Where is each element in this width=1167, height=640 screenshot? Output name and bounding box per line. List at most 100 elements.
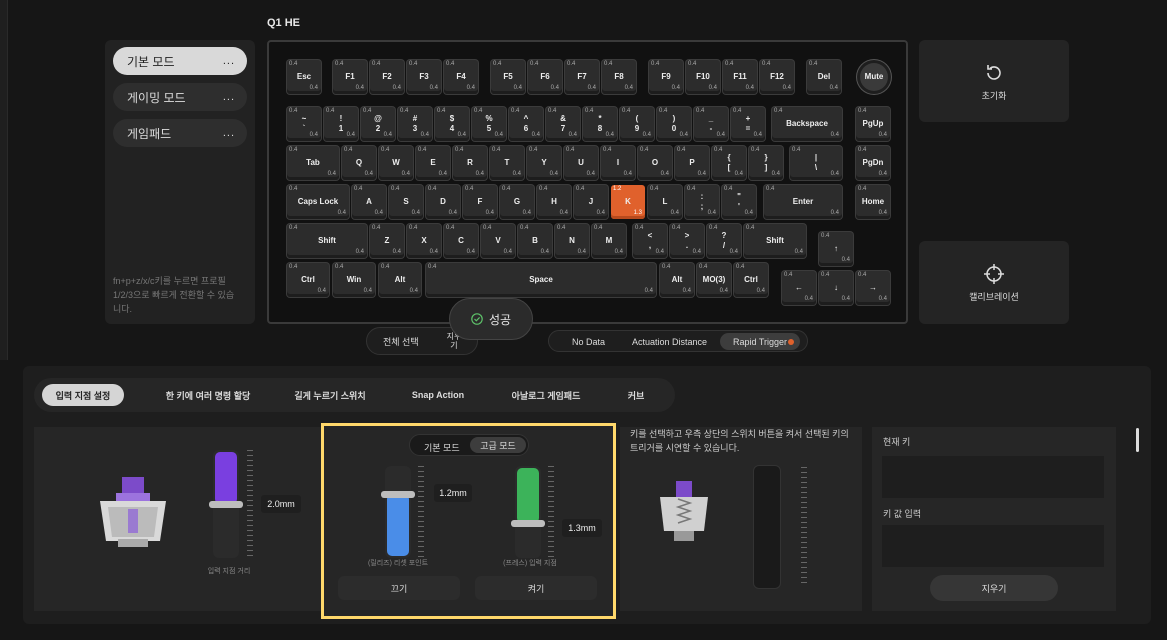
- profile-item-default[interactable]: 기본 모드...: [113, 47, 247, 75]
- key-shift[interactable]: 0.4 Shift 0.4: [287, 224, 367, 258]
- key-[interactable]: 0.4 _ -0.4: [694, 107, 728, 141]
- key-f9[interactable]: 0.4 F9 0.4: [649, 60, 683, 94]
- key-shift[interactable]: 0.4 Shift 0.4: [744, 224, 806, 258]
- view-mode-nodata[interactable]: No Data: [572, 337, 605, 347]
- key-backspace[interactable]: 0.4 Backspace 0.4: [772, 107, 842, 141]
- key-pgup[interactable]: 0.4 PgUp 0.4: [856, 107, 890, 141]
- key-w[interactable]: 0.4 W 0.4: [379, 146, 413, 180]
- select-all-button[interactable]: 전체 선택: [383, 335, 419, 348]
- key-r[interactable]: 0.4 R 0.4: [453, 146, 487, 180]
- key-n[interactable]: 0.4 N 0.4: [555, 224, 589, 258]
- tab-snap-action[interactable]: Snap Action: [396, 384, 480, 406]
- key-9[interactable]: 0.4( 9 0.4: [620, 107, 654, 141]
- erase-button[interactable]: 지우기: [930, 575, 1058, 601]
- key-win[interactable]: 0.4 Win 0.4: [333, 263, 375, 297]
- key-esc[interactable]: 0.4 Esc 0.4: [287, 60, 321, 94]
- slider-thumb[interactable]: [511, 520, 545, 528]
- actuation-slider[interactable]: [209, 450, 243, 558]
- key-f1[interactable]: 0.4 F1 0.4: [333, 60, 367, 94]
- key-s[interactable]: 0.4 S 0.4: [389, 185, 423, 219]
- key-value-input[interactable]: [882, 525, 1104, 567]
- key-v[interactable]: 0.4 V 0.4: [481, 224, 515, 258]
- key-j[interactable]: 0.4 J 0.4: [574, 185, 608, 219]
- key-ctrl[interactable]: 0.4 Ctrl 0.4: [734, 263, 768, 297]
- tab-analog-gamepad[interactable]: 아날로그 게임패드: [498, 384, 594, 406]
- release-slider[interactable]: [381, 466, 415, 558]
- key-[interactable]: 0.4 ↓ 0.4: [819, 271, 853, 305]
- key-k[interactable]: 1.2 K 1.3: [611, 185, 645, 219]
- key-[interactable]: 0.4 ~ ` 0.4: [287, 107, 321, 141]
- key-4[interactable]: 0.4 $ 4 0.4: [435, 107, 469, 141]
- key-space[interactable]: 0.4 Space 0.4: [426, 263, 656, 297]
- key-6[interactable]: 0.4 ^ 6 0.4: [509, 107, 543, 141]
- key-q[interactable]: 0.4 Q 0.4: [342, 146, 376, 180]
- press-slider[interactable]: [511, 466, 545, 558]
- key-f12[interactable]: 0.4 F12 0.4: [760, 60, 794, 94]
- key-1[interactable]: 0.4! 1 0.4: [324, 107, 358, 141]
- key-f5[interactable]: 0.4 F5 0.4: [491, 60, 525, 94]
- scrollbar-thumb[interactable]: [1136, 428, 1139, 452]
- key-h[interactable]: 0.4 H 0.4: [537, 185, 571, 219]
- key-2[interactable]: 0.4 @ 2 0.4: [361, 107, 395, 141]
- key-[interactable]: 0.4? /0.4: [707, 224, 741, 258]
- key-5[interactable]: 0.4% 5 0.4: [472, 107, 506, 141]
- key-tab[interactable]: 0.4 Tab 0.4: [287, 146, 339, 180]
- key-c[interactable]: 0.4 C 0.4: [444, 224, 478, 258]
- key-alt[interactable]: 0.4 Alt 0.4: [379, 263, 421, 297]
- key-[interactable]: 0.4 " ' 0.4: [722, 185, 756, 219]
- key-u[interactable]: 0.4 U 0.4: [564, 146, 598, 180]
- tab-actuation-point[interactable]: 입력 지점 설정: [42, 384, 124, 406]
- key-f3[interactable]: 0.4 F3 0.4: [407, 60, 441, 94]
- key-f[interactable]: 0.4 F 0.4: [463, 185, 497, 219]
- key-y[interactable]: 0.4 Y 0.4: [527, 146, 561, 180]
- key-e[interactable]: 0.4 E 0.4: [416, 146, 450, 180]
- basic-mode-option[interactable]: 기본 모드: [424, 441, 460, 454]
- key-3[interactable]: 0.4 # 3 0.4: [398, 107, 432, 141]
- key-f11[interactable]: 0.4 F11 0.4: [723, 60, 757, 94]
- key-7[interactable]: 0.4 & 7 0.4: [546, 107, 580, 141]
- slider-thumb[interactable]: [209, 501, 243, 508]
- key-capslock[interactable]: 0.4 Caps Lock 0.4: [287, 185, 349, 219]
- key-g[interactable]: 0.4 G 0.4: [500, 185, 534, 219]
- reset-button[interactable]: 초기화: [919, 40, 1069, 122]
- key-f7[interactable]: 0.4 F7 0.4: [565, 60, 599, 94]
- key-a[interactable]: 0.4 A 0.4: [352, 185, 386, 219]
- key-f8[interactable]: 0.4 F8 0.4: [602, 60, 636, 94]
- key-[interactable]: 0.4: ; 0.4: [685, 185, 719, 219]
- key-f6[interactable]: 0.4 F6 0.4: [528, 60, 562, 94]
- key-[interactable]: 0.4 + = 0.4: [731, 107, 765, 141]
- key-[interactable]: 0.4 ↑ 0.4: [819, 232, 853, 266]
- profile-item-gamepad[interactable]: 게임패드...: [113, 119, 247, 147]
- key-ctrl[interactable]: 0.4 Ctrl 0.4: [287, 263, 329, 297]
- tab-long-press[interactable]: 길게 누르기 스위치: [284, 384, 376, 406]
- on-button[interactable]: 켜기: [475, 576, 597, 600]
- key-b[interactable]: 0.4 B 0.4: [518, 224, 552, 258]
- key-f4[interactable]: 0.4 F4 0.4: [444, 60, 478, 94]
- more-icon[interactable]: ...: [223, 91, 235, 103]
- key-f10[interactable]: 0.4 F10 0.4: [686, 60, 720, 94]
- key-0[interactable]: 0.4) 0 0.4: [657, 107, 691, 141]
- key-8[interactable]: 0.4 * 8 0.4: [583, 107, 617, 141]
- key-z[interactable]: 0.4 Z 0.4: [370, 224, 404, 258]
- key-[interactable]: 0.4{ [0.4: [712, 146, 746, 180]
- key-del[interactable]: 0.4 Del 0.4: [807, 60, 841, 94]
- calibration-button[interactable]: 캘리브레이션: [919, 241, 1069, 324]
- key-o[interactable]: 0.4 O 0.4: [638, 146, 672, 180]
- slider-thumb[interactable]: [381, 491, 415, 499]
- advanced-mode-option[interactable]: 고급 모드: [470, 437, 526, 453]
- profile-item-gaming[interactable]: 게이밍 모드...: [113, 83, 247, 111]
- key-d[interactable]: 0.4 D 0.4: [426, 185, 460, 219]
- key-[interactable]: 0.4 ← 0.4: [782, 271, 816, 305]
- key-[interactable]: 0.4} ] 0.4: [749, 146, 783, 180]
- more-icon[interactable]: ...: [223, 55, 235, 67]
- key-[interactable]: 0.4 | \ 0.4: [790, 146, 842, 180]
- key-mo3[interactable]: 0.4 MO(3) 0.4: [697, 263, 731, 297]
- tab-multi-command[interactable]: 한 키에 여러 명령 할당: [148, 384, 268, 406]
- key-pgdn[interactable]: 0.4 PgDn 0.4: [856, 146, 890, 180]
- key-[interactable]: 0.4 < , 0.4: [633, 224, 667, 258]
- more-icon[interactable]: ...: [223, 127, 235, 139]
- off-button[interactable]: 끄기: [338, 576, 460, 600]
- key-i[interactable]: 0.4 I 0.4: [601, 146, 635, 180]
- key-p[interactable]: 0.4 P 0.4: [675, 146, 709, 180]
- key-f2[interactable]: 0.4 F2 0.4: [370, 60, 404, 94]
